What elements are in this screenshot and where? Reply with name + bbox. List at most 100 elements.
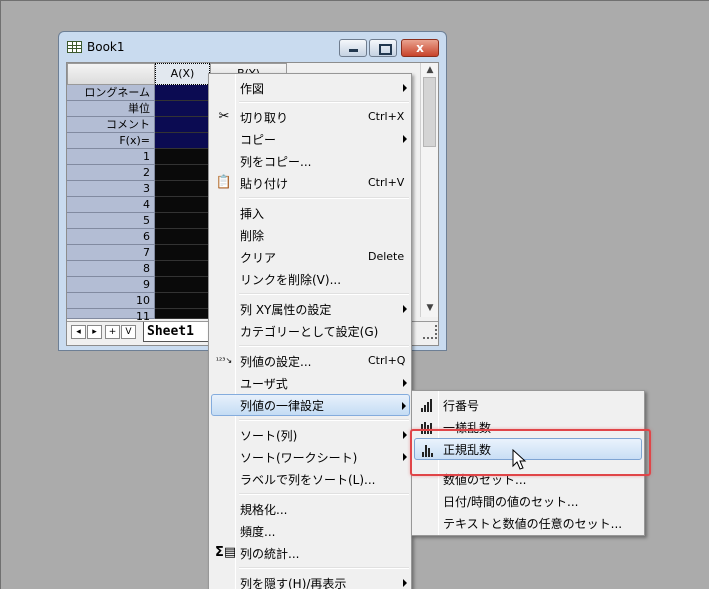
row-number[interactable]: 10 [67, 293, 155, 309]
row-label-formula[interactable]: F(x)= [67, 133, 155, 149]
menu-label: ラベルで列をソート(L)... [240, 473, 376, 487]
menu-item-set-values[interactable]: ¹²³↘ 列値の設定... Ctrl+Q [211, 350, 410, 372]
menu-item-plot[interactable]: 作図 [211, 77, 410, 99]
menu-label: クリア [240, 251, 277, 265]
scroll-up-icon[interactable]: ▲ [421, 65, 439, 75]
shortcut-label: Ctrl+X [368, 110, 405, 123]
tab-next-button[interactable]: ▸ [87, 325, 102, 339]
resize-grip[interactable] [423, 325, 437, 339]
data-cell[interactable] [155, 245, 210, 261]
menu-label: ユーザ式 [240, 377, 288, 391]
submenu-item-set-text-numeric[interactable]: テキストと数値の任意のセット... [414, 512, 642, 534]
minimize-button[interactable] [339, 39, 367, 57]
submenu-arrow-icon [403, 453, 407, 461]
shortcut-label: Ctrl+V [368, 176, 405, 189]
data-cell[interactable] [155, 261, 210, 277]
data-cell[interactable] [155, 149, 210, 165]
row-number[interactable]: 6 [67, 229, 155, 245]
workbook-icon [67, 41, 82, 53]
meta-cell[interactable] [155, 85, 210, 101]
maximize-button[interactable] [369, 39, 397, 57]
menu-item-sort-by-label[interactable]: ラベルで列をソート(L)... [211, 468, 410, 490]
menu-separator [239, 493, 409, 495]
menu-item-remove-links[interactable]: リンクを削除(V)... [211, 268, 410, 290]
tab-prev-button[interactable]: ◂ [71, 325, 86, 339]
menu-item-sort-worksheet[interactable]: ソート(ワークシート) [211, 446, 410, 468]
menu-label: 規格化... [240, 503, 288, 517]
menu-separator [239, 293, 409, 295]
row-number[interactable]: 7 [67, 245, 155, 261]
shortcut-label: Ctrl+Q [368, 354, 406, 367]
data-cell[interactable] [155, 277, 210, 293]
row-number[interactable]: 2 [67, 165, 155, 181]
row-number[interactable]: 11 [67, 309, 155, 323]
submenu-arrow-icon [403, 84, 407, 92]
scroll-down-icon[interactable]: ▼ [421, 303, 439, 313]
data-cell[interactable] [155, 181, 210, 197]
menu-item-copy[interactable]: コピー [211, 128, 410, 150]
submenu-item-row-numbers[interactable]: 行番号 [414, 394, 642, 416]
row-number[interactable]: 4 [67, 197, 155, 213]
row-number[interactable]: 9 [67, 277, 155, 293]
row-number[interactable]: 5 [67, 213, 155, 229]
tab-sheet1[interactable]: Sheet1 [143, 322, 209, 342]
menu-item-fill-column[interactable]: 列値の一律設定 [211, 394, 410, 416]
highlight-callout-box [410, 429, 651, 476]
menu-label: 列の統計... [240, 547, 300, 561]
scissors-icon: ✂ [218, 109, 230, 124]
meta-cell[interactable] [155, 133, 210, 149]
menu-label: コピー [240, 133, 277, 147]
menu-label: 日付/時間の値のセット... [443, 495, 579, 509]
data-cell[interactable] [155, 293, 210, 309]
menu-label: ソート(列) [240, 429, 298, 443]
row-label-units[interactable]: 単位 [67, 101, 155, 117]
workbook-title-bar[interactable]: Book1 x [59, 32, 446, 62]
menu-item-sort-column[interactable]: ソート(列) [211, 424, 410, 446]
submenu-item-set-datetime[interactable]: 日付/時間の値のセット... [414, 490, 642, 512]
menu-separator [239, 567, 409, 569]
data-cell[interactable] [155, 309, 210, 319]
menu-item-cut[interactable]: ✂ 切り取り Ctrl+X [211, 106, 410, 128]
menu-label: 列値の一律設定 [240, 399, 325, 413]
menu-item-frequency[interactable]: 頻度... [211, 520, 410, 542]
menu-item-insert[interactable]: 挿入 [211, 202, 410, 224]
vertical-scrollbar[interactable]: ▲ ▼ [420, 63, 438, 317]
menu-label: 頻度... [240, 525, 276, 539]
menu-item-user-defined[interactable]: ユーザ式 [211, 372, 410, 394]
submenu-arrow-icon [403, 579, 407, 587]
meta-cell[interactable] [155, 101, 210, 117]
menu-item-set-categorical[interactable]: カテゴリーとして設定(G) [211, 320, 410, 342]
data-cell[interactable] [155, 197, 210, 213]
menu-item-delete[interactable]: 削除 [211, 224, 410, 246]
add-sheet-button[interactable]: + [105, 325, 120, 339]
column-header-a[interactable]: A(X) [155, 63, 210, 85]
row-number[interactable]: 8 [67, 261, 155, 277]
set-values-icon: ¹²³↘ [215, 356, 233, 365]
sheet-list-button[interactable]: V [121, 325, 136, 339]
menu-item-clear[interactable]: クリア Delete [211, 246, 410, 268]
menu-label: 貼り付け [240, 177, 289, 191]
close-button[interactable]: x [401, 39, 439, 57]
corner-header[interactable] [67, 63, 155, 85]
row-number[interactable]: 1 [67, 149, 155, 165]
menu-item-set-xy[interactable]: 列 XY属性の設定 [211, 298, 410, 320]
menu-item-hide-show[interactable]: 列を隠す(H)/再表示 [211, 572, 410, 589]
row-label-longname[interactable]: ロングネーム [67, 85, 155, 101]
menu-item-normalize[interactable]: 規格化... [211, 498, 410, 520]
meta-cell[interactable] [155, 117, 210, 133]
submenu-arrow-icon [402, 402, 406, 410]
menu-item-copy-column[interactable]: 列をコピー... [211, 150, 410, 172]
menu-label: 削除 [240, 229, 265, 243]
menu-label: 列 XY属性の設定 [240, 303, 332, 317]
data-cell[interactable] [155, 229, 210, 245]
shortcut-label: Delete [368, 250, 405, 263]
row-number[interactable]: 3 [67, 181, 155, 197]
scroll-thumb[interactable] [423, 77, 436, 147]
data-cell[interactable] [155, 165, 210, 181]
menu-separator [239, 345, 409, 347]
menu-item-paste[interactable]: 📋 貼り付け Ctrl+V [211, 172, 410, 194]
data-cell[interactable] [155, 213, 210, 229]
menu-label: 列値の設定... [240, 355, 312, 369]
row-label-comments[interactable]: コメント [67, 117, 155, 133]
menu-item-statistics[interactable]: Σ▤ 列の統計... [211, 542, 410, 564]
